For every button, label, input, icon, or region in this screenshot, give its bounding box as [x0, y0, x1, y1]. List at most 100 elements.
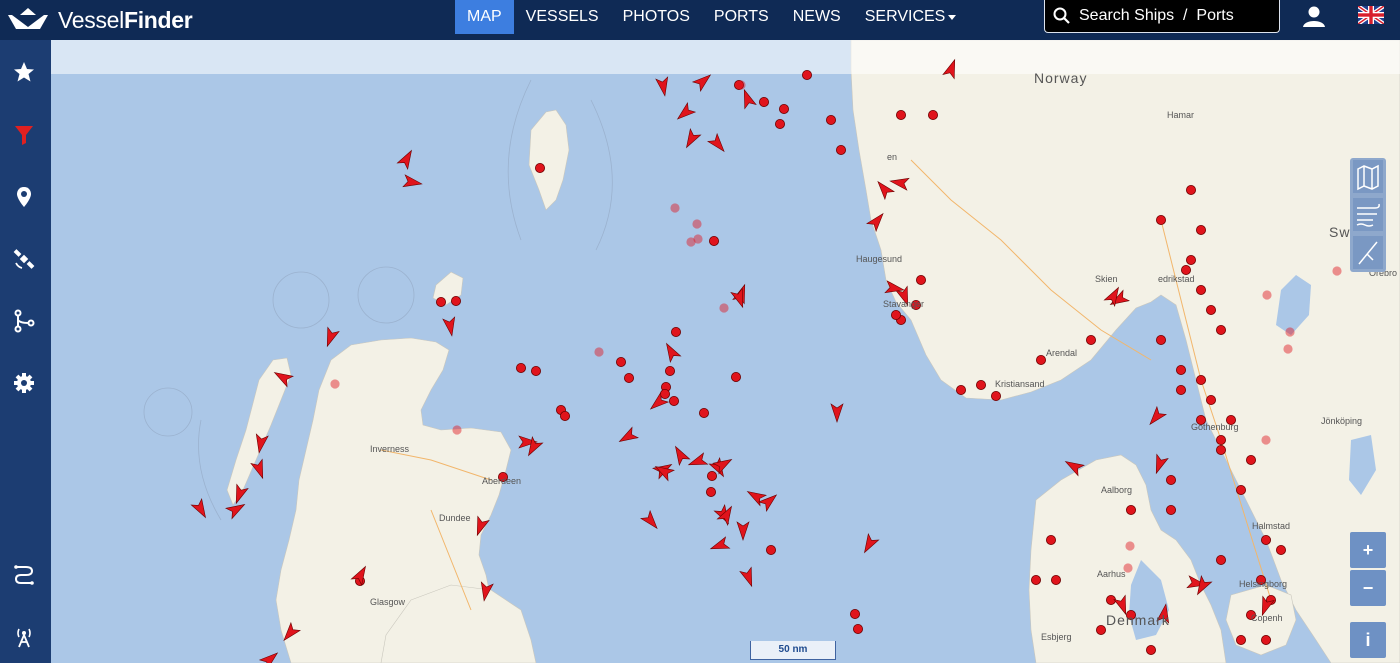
vessel-arrow[interactable] — [350, 563, 370, 586]
vessel-arrow[interactable] — [942, 58, 960, 80]
vessel-dot[interactable] — [850, 609, 861, 620]
vessel-dot[interactable] — [1186, 254, 1197, 265]
vessel-dot-inactive[interactable] — [1283, 344, 1293, 354]
vessel-dot-inactive[interactable] — [1261, 435, 1271, 445]
vessel-dot[interactable] — [956, 384, 967, 395]
vessel-dot[interactable] — [1216, 555, 1227, 566]
vessel-arrow[interactable] — [691, 70, 715, 92]
antenna-icon[interactable] — [12, 625, 36, 649]
vessel-dot[interactable] — [559, 410, 570, 421]
vessel-markers[interactable] — [51, 40, 1400, 663]
vessel-arrow[interactable] — [402, 174, 423, 190]
vessel-dot-inactive[interactable] — [670, 203, 680, 213]
user-icon[interactable] — [1302, 5, 1326, 29]
zoom-out-button[interactable]: − — [1350, 570, 1386, 606]
vessel-dot[interactable] — [916, 274, 927, 285]
search-box[interactable] — [1044, 0, 1280, 33]
vessel-dot[interactable] — [836, 145, 847, 156]
vessel-dot[interactable] — [853, 624, 864, 635]
nav-services[interactable]: SERVICES — [853, 0, 969, 34]
vessel-dot[interactable] — [1031, 575, 1042, 586]
vessel-dot-inactive[interactable] — [1262, 290, 1272, 300]
vessel-arrow[interactable] — [736, 521, 750, 541]
vessel-dot[interactable] — [1246, 454, 1257, 465]
vessel-arrow[interactable] — [739, 88, 757, 110]
vessel-arrow[interactable] — [830, 403, 844, 423]
vessel-dot-inactive[interactable] — [736, 80, 746, 90]
vessel-dot[interactable] — [1156, 334, 1167, 345]
vessel-dot-inactive[interactable] — [686, 237, 696, 247]
vessel-arrow[interactable] — [1145, 405, 1167, 429]
vessel-dot[interactable] — [976, 379, 987, 390]
vessel-dot[interactable] — [1166, 504, 1177, 515]
search-input[interactable] — [1077, 6, 1271, 26]
vessel-arrow[interactable] — [757, 490, 781, 512]
vessel-dot-inactive[interactable] — [1285, 327, 1295, 337]
vesselfinder-logo[interactable]: VesselFinder — [6, 3, 193, 37]
vessel-arrow[interactable] — [687, 452, 709, 470]
vessel-dot[interactable] — [1096, 625, 1107, 636]
vessel-dot[interactable] — [1036, 354, 1047, 365]
info-button[interactable]: i — [1350, 622, 1386, 658]
vessel-dot[interactable] — [766, 544, 777, 555]
vessel-dot[interactable] — [1086, 334, 1097, 345]
star-icon[interactable] — [12, 60, 36, 84]
vessel-dot[interactable] — [1236, 484, 1247, 495]
vessel-dot[interactable] — [891, 309, 902, 320]
vessel-arrow[interactable] — [231, 483, 249, 505]
nav-photos[interactable]: PHOTOS — [611, 0, 702, 34]
vessel-dot[interactable] — [1216, 444, 1227, 455]
vessel-arrow[interactable] — [859, 533, 880, 556]
weather-layer-icon[interactable] — [1353, 198, 1383, 231]
vessel-dot[interactable] — [802, 69, 813, 80]
vessel-dot-inactive[interactable] — [1125, 541, 1135, 551]
vessel-dot[interactable] — [435, 296, 446, 307]
vessel-dot[interactable] — [530, 365, 541, 376]
route-icon[interactable] — [12, 309, 36, 333]
vessel-dot[interactable] — [1166, 474, 1177, 485]
vessel-arrow[interactable] — [739, 566, 757, 588]
vessel-dot[interactable] — [1206, 394, 1217, 405]
vessel-arrow[interactable] — [616, 426, 639, 446]
vessel-dot[interactable] — [1051, 575, 1062, 586]
vessel-arrow[interactable] — [889, 175, 910, 191]
vessel-dot[interactable] — [826, 115, 837, 126]
vessel-arrow[interactable] — [271, 367, 294, 388]
vessel-dot[interactable] — [779, 104, 790, 115]
vessel-dot[interactable] — [1126, 504, 1137, 515]
vessel-dot[interactable] — [731, 371, 742, 382]
vessel-dot[interactable] — [707, 470, 718, 481]
vessel-dot[interactable] — [1046, 534, 1057, 545]
vessel-dot[interactable] — [1236, 635, 1247, 646]
nav-news[interactable]: NEWS — [781, 0, 853, 34]
nav-ports[interactable]: PORTS — [702, 0, 781, 34]
vessel-dot[interactable] — [450, 295, 461, 306]
vessel-dot-inactive[interactable] — [1332, 266, 1342, 276]
vessel-dot[interactable] — [1206, 304, 1217, 315]
vessel-arrow[interactable] — [1107, 289, 1130, 309]
vessel-dot[interactable] — [616, 356, 627, 367]
vessel-arrow[interactable] — [670, 443, 691, 466]
vessel-arrow[interactable] — [396, 147, 416, 170]
vessel-dot[interactable] — [896, 110, 907, 121]
track-icon[interactable] — [12, 563, 36, 587]
vessel-arrow[interactable] — [250, 458, 268, 480]
vessel-dot-inactive[interactable] — [692, 219, 702, 229]
vessel-dot[interactable] — [759, 97, 770, 108]
vessel-arrow[interactable] — [1151, 453, 1169, 475]
measure-tool-icon[interactable] — [1353, 236, 1383, 269]
gear-icon[interactable] — [12, 371, 36, 395]
vessel-dot[interactable] — [1216, 324, 1227, 335]
vessel-dot[interactable] — [534, 163, 545, 174]
vessel-arrow[interactable] — [655, 76, 671, 97]
vessel-arrow[interactable] — [640, 509, 662, 533]
vessel-dot[interactable] — [991, 390, 1002, 401]
nav-map[interactable]: MAP — [455, 0, 514, 34]
vessel-dot-inactive[interactable] — [452, 425, 462, 435]
vessel-arrow[interactable] — [674, 102, 697, 124]
vessel-dot[interactable] — [660, 388, 671, 399]
vessel-arrow[interactable] — [253, 433, 269, 454]
vessel-arrow[interactable] — [322, 326, 340, 348]
vessel-arrow[interactable] — [478, 581, 494, 602]
vessel-arrow[interactable] — [709, 536, 731, 554]
